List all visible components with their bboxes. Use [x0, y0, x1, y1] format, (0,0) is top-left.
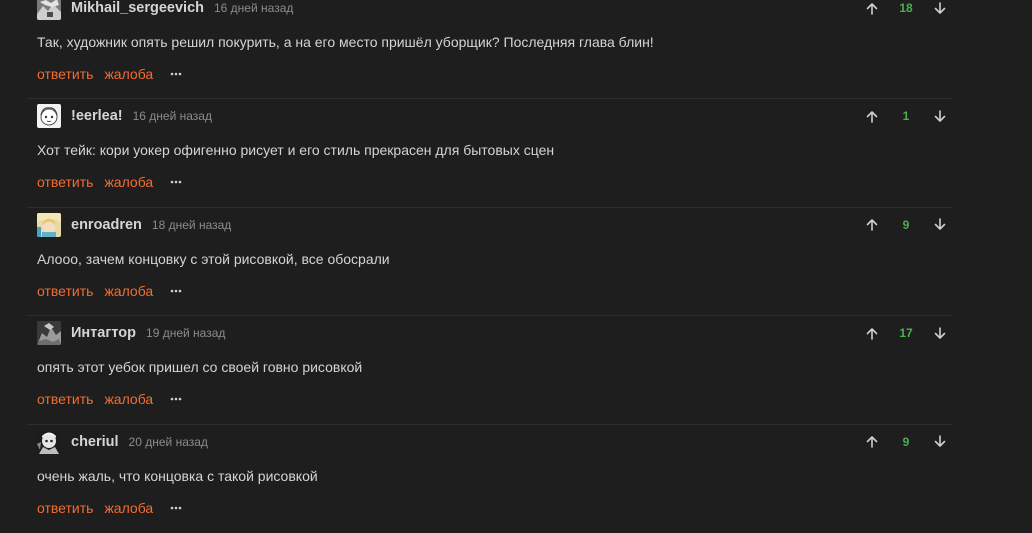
avatar[interactable]: [37, 321, 61, 346]
comment-text: Хот тейк: кори уокер офигенно рисует и е…: [37, 142, 555, 159]
comment-actions: ответить жалоба: [37, 390, 182, 408]
comment: Интагтор 19 дней назад опять этот уебок …: [0, 315, 1032, 424]
comment-actions: ответить жалоба: [37, 282, 182, 300]
reply-button[interactable]: ответить: [37, 283, 93, 299]
report-button[interactable]: жалоба: [104, 66, 153, 82]
comment-header: !eerlea! 16 дней назад: [37, 104, 212, 129]
downvote-arrow-icon[interactable]: [928, 104, 952, 128]
timestamp: 16 дней назад: [214, 1, 294, 15]
report-button[interactable]: жалоба: [104, 283, 153, 299]
more-dots-icon[interactable]: [170, 284, 182, 298]
reply-button[interactable]: ответить: [37, 174, 93, 190]
vote-controls: 9: [860, 213, 952, 237]
comment-text: опять этот уебок пришел со своей говно р…: [37, 359, 363, 376]
avatar[interactable]: [37, 104, 61, 129]
comment-list: Mikhail_sergeevich 16 дней назад Так, ху…: [0, 0, 1032, 533]
avatar[interactable]: [37, 212, 61, 237]
timestamp: 18 дней назад: [151, 217, 232, 232]
more-dots-icon[interactable]: [170, 67, 182, 81]
timestamp: 20 дней назад: [128, 434, 208, 449]
downvote-arrow-icon[interactable]: [928, 430, 952, 454]
report-button[interactable]: жалоба: [104, 391, 153, 407]
comment: enroadren 18 дней назад Алооо, зачем кон…: [0, 206, 1032, 316]
vote-controls: 18: [860, 0, 952, 20]
comment: cheriul 20 дней назад очень жаль, что ко…: [0, 423, 1032, 533]
comment-header: Интагтор 19 дней назад: [37, 321, 226, 346]
more-dots-icon[interactable]: [170, 392, 182, 406]
vote-score: 9: [902, 434, 910, 449]
username[interactable]: enroadren: [71, 217, 142, 233]
comment-text: очень жаль, что концовка с такой рисовко…: [37, 467, 318, 484]
comment-actions: ответить жалоба: [37, 65, 182, 83]
upvote-arrow-icon[interactable]: [860, 321, 884, 345]
downvote-arrow-icon[interactable]: [928, 321, 952, 345]
comment: Mikhail_sergeevich 16 дней назад Так, ху…: [0, 0, 1032, 99]
vote-controls: 9: [860, 430, 952, 454]
vote-score: 17: [899, 326, 913, 341]
comment-header: enroadren 18 дней назад: [37, 212, 232, 237]
reply-button[interactable]: ответить: [37, 391, 93, 407]
upvote-arrow-icon[interactable]: [860, 430, 884, 454]
report-button[interactable]: жалоба: [104, 174, 153, 190]
upvote-arrow-icon[interactable]: [860, 104, 884, 128]
username[interactable]: !eerlea!: [71, 108, 123, 124]
comment-text: Алооо, зачем концовку с этой рисовкой, в…: [37, 250, 390, 267]
reply-button[interactable]: ответить: [37, 500, 93, 516]
comment-header: cheriul 20 дней назад: [37, 429, 208, 454]
vote-score: 1: [902, 109, 910, 124]
reply-button[interactable]: ответить: [37, 66, 93, 82]
vote-score: 18: [899, 1, 913, 15]
avatar[interactable]: [37, 429, 61, 454]
comment-actions: ответить жалоба: [37, 499, 182, 517]
comment-actions: ответить жалоба: [37, 173, 182, 191]
report-button[interactable]: жалоба: [104, 500, 153, 516]
timestamp: 16 дней назад: [132, 109, 212, 124]
downvote-arrow-icon[interactable]: [928, 213, 952, 237]
avatar[interactable]: [37, 0, 61, 20]
username[interactable]: Интагтор: [71, 325, 136, 341]
upvote-arrow-icon[interactable]: [860, 0, 884, 20]
comment-text: Так, художник опять решил покурить, а на…: [37, 34, 654, 50]
vote-controls: 17: [860, 321, 952, 345]
upvote-arrow-icon[interactable]: [860, 213, 884, 237]
vote-controls: 1: [860, 104, 952, 128]
vote-score: 9: [902, 217, 910, 232]
comment: !eerlea! 16 дней назад Хот тейк: кори уо…: [0, 98, 1032, 207]
timestamp: 19 дней назад: [146, 326, 226, 341]
more-dots-icon[interactable]: [170, 175, 182, 189]
username[interactable]: cheriul: [71, 434, 119, 450]
username[interactable]: Mikhail_sergeevich: [71, 0, 204, 16]
more-dots-icon[interactable]: [170, 501, 182, 515]
downvote-arrow-icon[interactable]: [928, 0, 952, 20]
comment-header: Mikhail_sergeevich 16 дней назад: [37, 0, 293, 20]
